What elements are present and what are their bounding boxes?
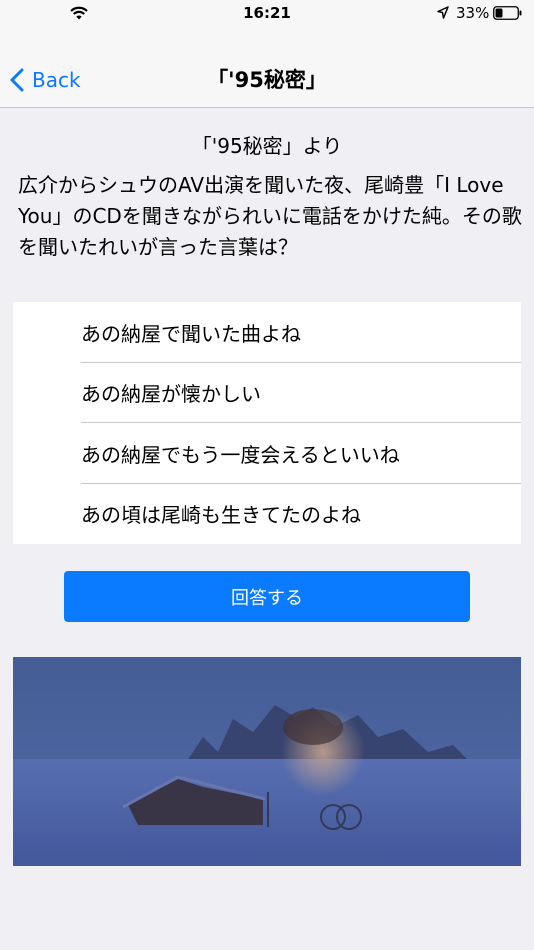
answer-options-list: あの納屋で聞いた曲よね あの納屋が懐かしい あの納屋でもう一度会えるといいね あ…: [13, 302, 521, 544]
status-time: 16:21: [243, 4, 291, 22]
question-text: 広介からシュウのAV出演を聞いた夜、尾崎豊「I Love You」のCDを聞きな…: [18, 173, 522, 259]
top-bar: 16:21 33% Back 「'95秘密」: [0, 0, 534, 108]
scene-image: [13, 657, 521, 866]
question-source: 「'95秘密」より: [191, 134, 343, 158]
answer-option[interactable]: あの頃は尾崎も生きてたのよね: [13, 484, 521, 545]
answer-option[interactable]: あの納屋で聞いた曲よね: [13, 302, 521, 363]
submit-answer-button[interactable]: 回答する: [64, 571, 470, 622]
battery-percentage: 33%: [456, 4, 490, 22]
nav-title: 「'95秘密」: [207, 68, 327, 92]
answer-option[interactable]: あの納屋が懐かしい: [13, 363, 521, 424]
answer-option[interactable]: あの納屋でもう一度会えるといいね: [13, 423, 521, 484]
quiz-screen: 16:21 33% Back 「'95秘密」 「'95秘密」より 広介からシュウ…: [0, 0, 534, 950]
location-arrow-icon: [437, 6, 449, 19]
battery-icon: [493, 6, 522, 20]
